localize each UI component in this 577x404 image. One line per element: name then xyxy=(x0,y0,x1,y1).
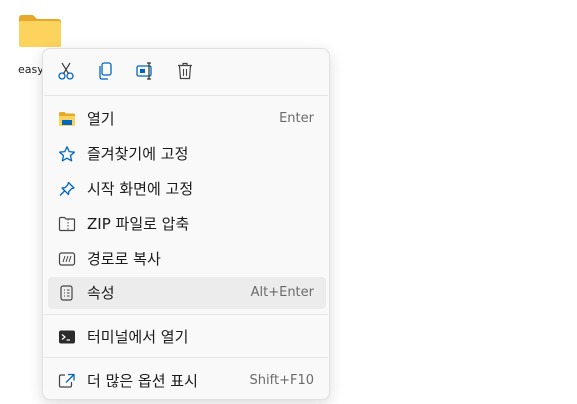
copy-button[interactable] xyxy=(94,60,116,82)
terminal-icon xyxy=(58,329,76,345)
menu-item-pin-to-favorites[interactable]: 즐겨찾기에 고정 xyxy=(48,138,326,170)
menu-item-label: 열기 xyxy=(87,110,115,128)
menu-item-shortcut: Shift+F10 xyxy=(249,373,314,388)
copy-path-icon xyxy=(58,251,76,267)
menu-item-compress-zip[interactable]: ZIP 파일로 압축 xyxy=(48,208,326,240)
desktop-folder-label: easy xyxy=(18,63,44,76)
delete-button[interactable] xyxy=(174,60,196,82)
copy-icon xyxy=(99,62,112,80)
menu-item-label: 시작 화면에 고정 xyxy=(87,180,194,198)
rename-icon xyxy=(136,62,152,80)
menu-item-open-in-terminal[interactable]: 터미널에서 열기 xyxy=(48,321,326,353)
menu-item-properties[interactable]: 속성 Alt+Enter xyxy=(48,277,326,309)
cut-button[interactable] xyxy=(55,60,77,82)
menu-item-label: 터미널에서 열기 xyxy=(87,328,189,346)
folder-icon xyxy=(19,15,61,47)
menu-item-label: ZIP 파일로 압축 xyxy=(87,215,190,233)
zip-folder-icon xyxy=(58,216,76,232)
menu-item-open[interactable]: 열기 Enter xyxy=(48,103,326,135)
folder-open-icon xyxy=(58,111,76,127)
menu-item-show-more-options[interactable]: 더 많은 옵션 표시 Shift+F10 xyxy=(48,365,326,397)
menu-item-label: 속성 xyxy=(87,284,115,302)
menu-item-pin-to-start[interactable]: 시작 화면에 고정 xyxy=(48,173,326,205)
rename-button[interactable] xyxy=(134,60,156,82)
menu-item-label: 경로로 복사 xyxy=(87,250,161,268)
star-icon xyxy=(58,146,76,162)
desktop: easy 열기 Enter 즐겨찾기에 고정 시작 화면에 고정 ZIP 파일로… xyxy=(0,0,577,404)
delete-icon xyxy=(178,62,192,80)
separator xyxy=(44,314,328,315)
context-menu: 열기 Enter 즐겨찾기에 고정 시작 화면에 고정 ZIP 파일로 압축 경… xyxy=(42,48,330,400)
pin-icon xyxy=(58,181,76,197)
separator xyxy=(44,357,328,358)
menu-item-shortcut: Alt+Enter xyxy=(250,285,314,300)
separator xyxy=(44,95,328,96)
menu-item-copy-as-path[interactable]: 경로로 복사 xyxy=(48,243,326,275)
more-options-icon xyxy=(58,373,76,389)
menu-item-label: 더 많은 옵션 표시 xyxy=(87,372,198,390)
cut-icon xyxy=(58,62,74,80)
menu-item-label: 즐겨찾기에 고정 xyxy=(87,145,189,163)
menu-item-shortcut: Enter xyxy=(279,111,314,126)
context-menu-toolbar xyxy=(43,49,329,95)
properties-icon xyxy=(58,285,76,301)
